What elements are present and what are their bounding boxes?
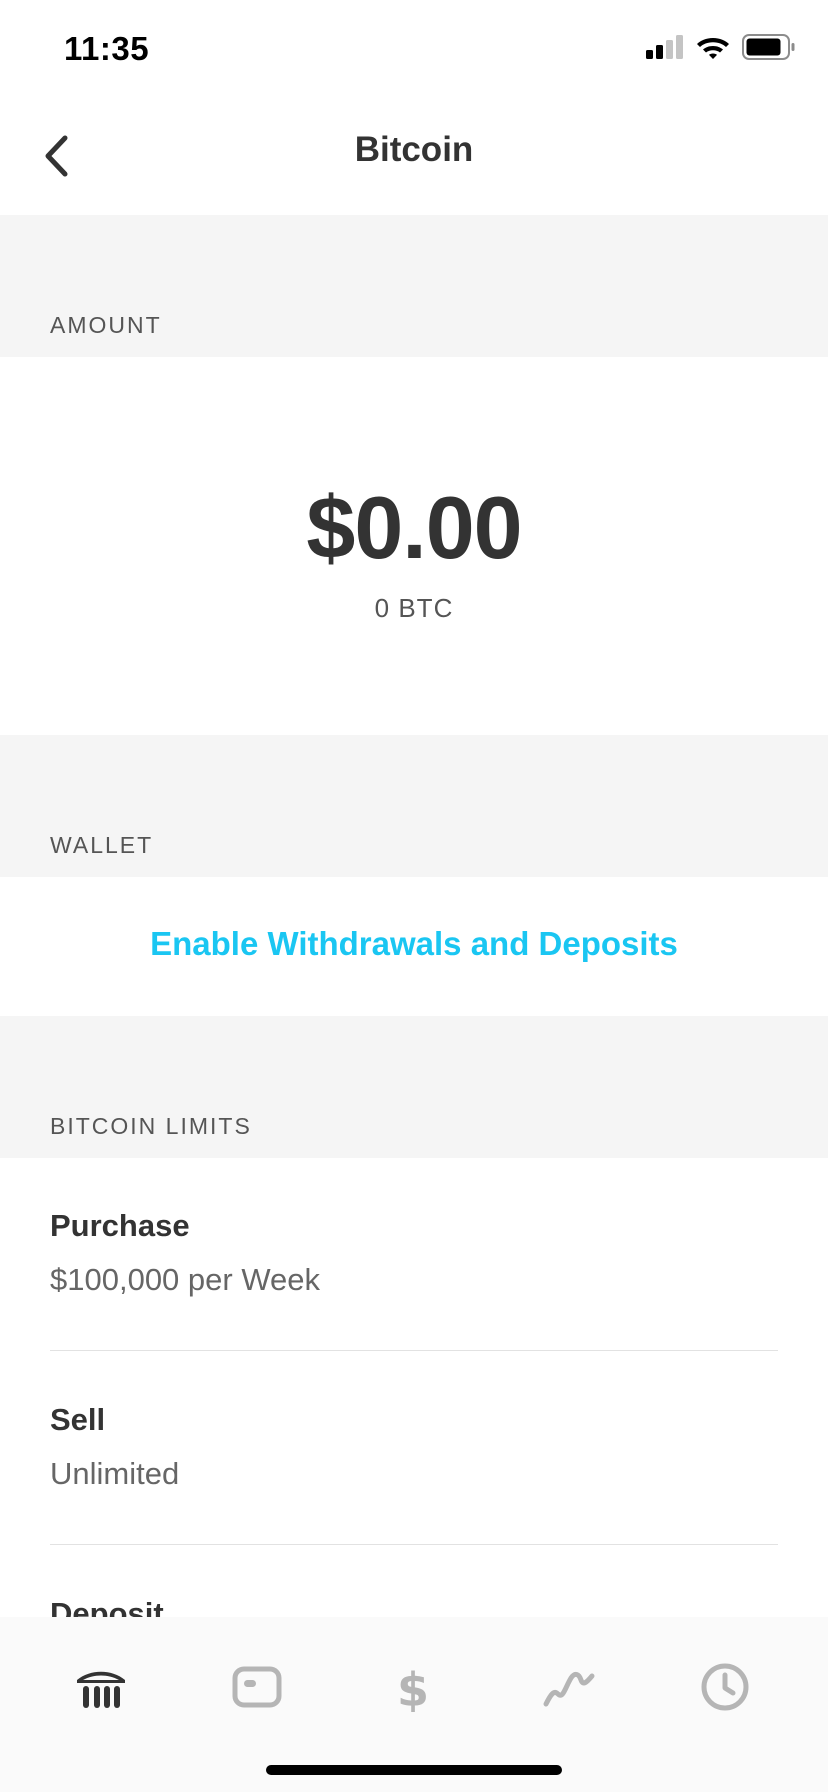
limit-row-sell: Sell Unlimited [50,1352,778,1546]
wifi-icon [697,38,729,59]
amount-block: $0.00 0 BTC [0,357,828,735]
tab-investing[interactable] [529,1647,609,1727]
wallet-block: Enable Withdrawals and Deposits [0,877,828,1016]
limit-label: Sell [50,1402,106,1437]
limit-value: Unlimited [50,1456,180,1491]
limit-row-purchase: Purchase $100,000 per Week [50,1158,778,1352]
amount-usd: $0.00 [306,478,522,577]
enable-withdrawals-link[interactable]: Enable Withdrawals and Deposits [0,925,828,963]
section-header-amount: AMOUNT [0,215,828,357]
tab-card[interactable] [217,1647,297,1727]
section-header-wallet: WALLET [0,735,828,877]
section-label-wallet: WALLET [50,832,154,858]
limit-value: $100,000 per Week [50,1262,321,1297]
card-icon [232,1666,282,1708]
bank-icon [77,1671,125,1708]
battery-icon [742,34,795,60]
limits-list: Purchase $100,000 per Week Sell Unlimite… [0,1158,828,1618]
tab-payments[interactable]: $ [373,1647,453,1727]
tab-banking[interactable] [61,1647,141,1727]
section-label-limits: BITCOIN LIMITS [50,1113,252,1139]
limit-label: Purchase [50,1208,190,1243]
tab-activity[interactable] [685,1647,765,1727]
limit-label: Deposit [50,1596,164,1618]
divider [50,1544,778,1545]
status-icons [646,34,796,60]
status-time: 11:35 [64,30,150,67]
clock-icon [701,1663,749,1711]
dollar-icon: $ [397,1663,429,1712]
limit-row-deposit: Deposit [50,1546,778,1618]
home-indicator [266,1765,562,1775]
section-header-limits: BITCOIN LIMITS [0,1016,828,1158]
investing-icon [543,1671,595,1707]
amount-btc: 0 BTC [374,593,454,623]
section-label-amount: AMOUNT [50,312,162,338]
cellular-signal-icon [646,35,683,59]
status-bar: 11:35 [0,0,828,100]
divider [50,1350,778,1351]
nav-header: Bitcoin [0,100,828,215]
page-title: Bitcoin [354,130,474,169]
svg-text:$: $ [397,1663,429,1712]
